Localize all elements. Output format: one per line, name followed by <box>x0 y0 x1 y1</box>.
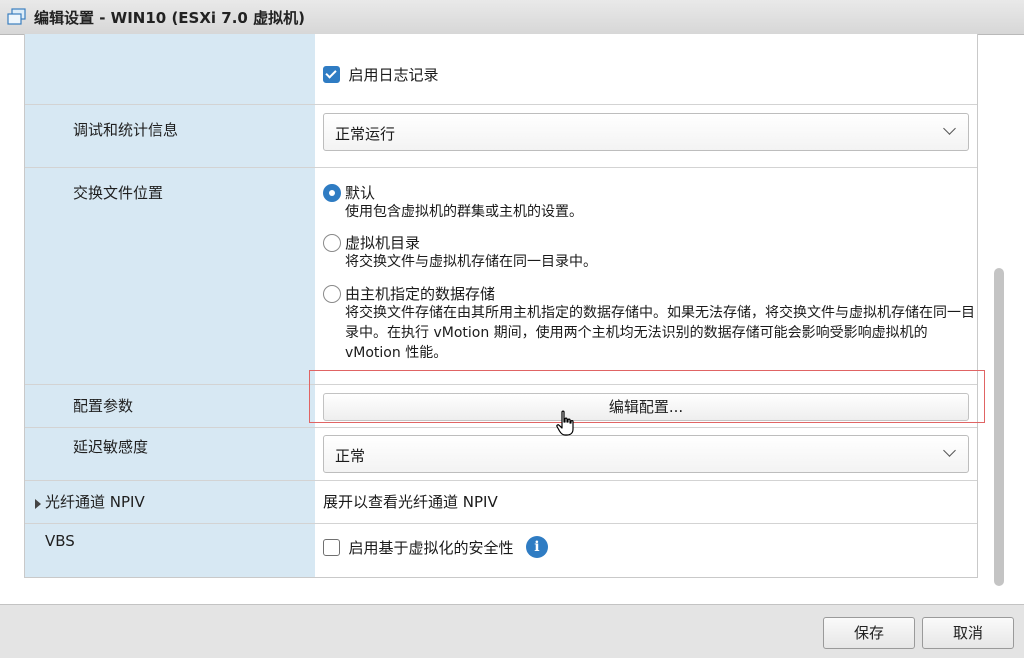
radio-host-datastore[interactable] <box>323 285 341 303</box>
vbs-checkbox-label: 启用基于虚拟化的安全性 <box>348 538 514 557</box>
swap-option-desc: 将交换文件存储在由其所用主机指定的数据存储中。如果无法存储，将交换文件与虚拟机存… <box>345 305 975 361</box>
swap-location-label: 交换文件位置 <box>73 184 164 202</box>
info-icon[interactable]: i <box>525 536 548 558</box>
swap-option-desc: 使用包含虚拟机的群集或主机的设置。 <box>345 204 583 220</box>
save-button[interactable]: 保存 <box>823 617 915 649</box>
footer-bar: 保存 取消 <box>0 604 1024 658</box>
chevron-down-icon <box>943 444 956 457</box>
radio-vm-dir[interactable] <box>323 234 341 252</box>
debug-stats-select[interactable]: 正常运行 <box>323 113 969 151</box>
title-bar: 编辑设置 - WIN10 (ESXi 7.0 虚拟机) <box>0 0 1024 35</box>
vm-window-icon <box>6 7 28 27</box>
latency-value: 正常 <box>335 447 366 465</box>
npiv-row[interactable]: 光纤通道 NPIV 展开以查看光纤通道 NPIV <box>25 481 977 524</box>
debug-stats-row: 调试和统计信息 正常运行 <box>25 105 977 168</box>
logging-checkbox[interactable] <box>323 66 340 83</box>
swap-option-title: 由主机指定的数据存储 <box>345 285 496 303</box>
edit-config-button[interactable]: 编辑配置... <box>323 393 969 421</box>
expand-triangle-icon[interactable] <box>35 499 41 509</box>
settings-panel: 启用日志记录 调试和统计信息 正常运行 交换文件位置 默认 使用包含虚拟机的群集… <box>24 34 978 578</box>
swap-option-title: 默认 <box>345 184 376 202</box>
swap-option-title: 虚拟机目录 <box>345 234 421 252</box>
vbs-checkbox[interactable] <box>323 538 340 556</box>
logging-checkbox-label: 启用日志记录 <box>348 66 439 84</box>
debug-stats-label: 调试和统计信息 <box>73 121 179 139</box>
window-title: 编辑设置 - WIN10 (ESXi 7.0 虚拟机) <box>34 8 305 27</box>
vbs-label: VBS <box>45 532 75 550</box>
logging-row: 启用日志记录 <box>25 34 977 105</box>
latency-select[interactable]: 正常 <box>323 435 969 473</box>
swap-option-desc: 将交换文件与虚拟机存储在同一目录中。 <box>345 254 597 270</box>
vbs-row: VBS 启用基于虚拟化的安全性 i <box>25 524 977 577</box>
config-params-row: 配置参数 编辑配置... <box>25 385 977 428</box>
swap-location-row: 交换文件位置 默认 使用包含虚拟机的群集或主机的设置。 虚拟机目录 将交换文件与… <box>25 168 977 385</box>
chevron-down-icon <box>943 122 956 135</box>
cancel-button[interactable]: 取消 <box>922 617 1014 649</box>
radio-default[interactable] <box>323 184 341 202</box>
npiv-value: 展开以查看光纤通道 NPIV <box>323 493 498 511</box>
latency-row: 延迟敏感度 正常 <box>25 428 977 481</box>
config-params-label: 配置参数 <box>73 397 134 415</box>
debug-stats-value: 正常运行 <box>335 125 396 143</box>
vertical-scrollbar[interactable] <box>994 268 1004 586</box>
latency-label: 延迟敏感度 <box>73 438 149 456</box>
npiv-label: 光纤通道 NPIV <box>45 493 145 511</box>
hand-cursor-icon <box>556 410 574 436</box>
